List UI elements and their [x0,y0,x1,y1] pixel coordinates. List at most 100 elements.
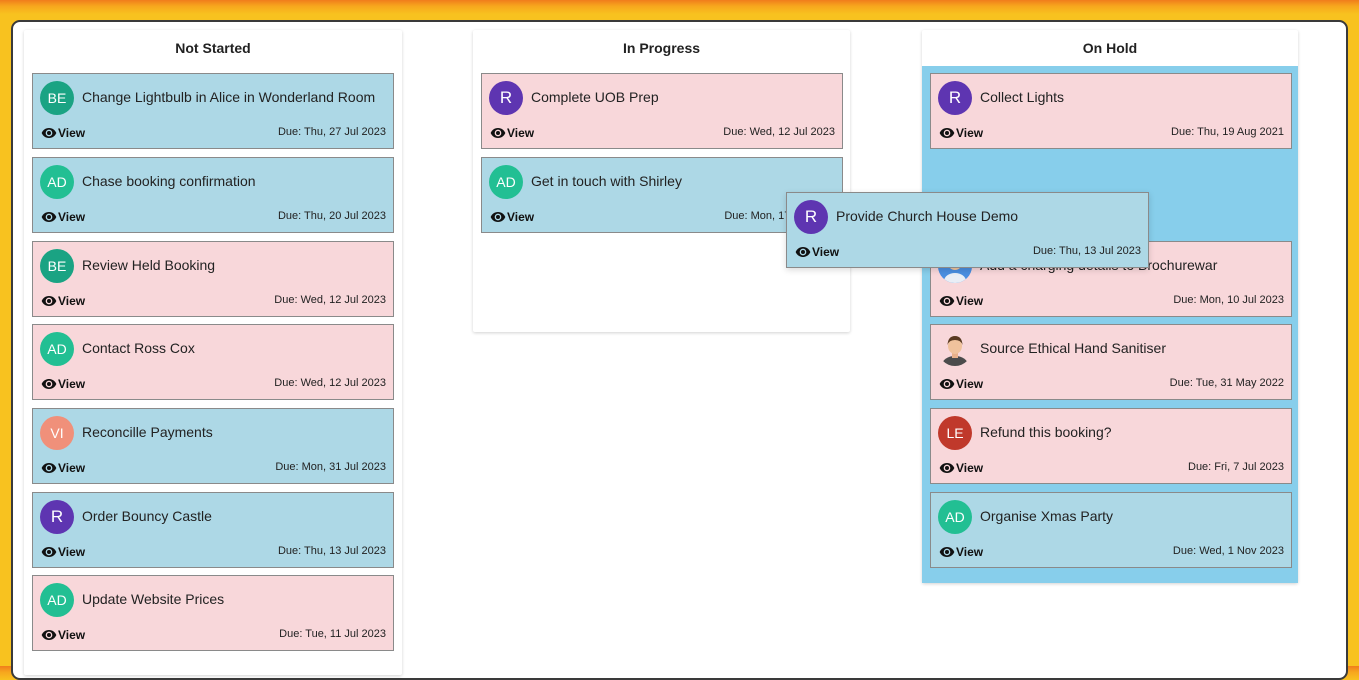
due-date: Due: Thu, 13 Jul 2023 [277,545,386,557]
due-date: Due: Thu, 13 Jul 2023 [1032,245,1141,257]
avatar: AD [40,583,74,617]
view-label: View [956,294,984,308]
view-label: View [956,126,984,140]
due-date: Due: Thu, 20 Jul 2023 [277,210,386,222]
view-link[interactable]: View [795,244,839,260]
dragging-task-card[interactable]: R Provide Church House Demo View Due: Th… [786,192,1149,268]
column-in-progress: In Progress R Complete UOB Prep View Due… [473,30,850,332]
due-date: Due: Fri, 7 Jul 2023 [1188,461,1284,473]
avatar: AD [40,165,74,199]
due-date: Due: Wed, 1 Nov 2023 [1172,545,1284,557]
avatar: BE [40,81,74,115]
column-dropzone[interactable]: BE Change Lightbulb in Alice in Wonderla… [24,66,402,675]
view-label: View [58,628,86,642]
avatar: LE [938,416,972,450]
view-label: View [58,461,86,475]
view-label: View [58,294,86,308]
due-date: Due: Mon, 31 Jul 2023 [275,461,386,473]
card-title: Collect Lights [980,89,1065,105]
card-title: Reconcille Payments [82,424,213,440]
view-link[interactable]: View [939,460,983,476]
view-link[interactable]: View [939,293,983,309]
task-card[interactable]: VI Reconcille Payments View Due: Mon, 31… [32,408,394,484]
avatar-photo [938,332,972,366]
avatar: AD [40,332,74,366]
task-card[interactable]: BE Change Lightbulb in Alice in Wonderla… [32,73,394,149]
view-link[interactable]: View [41,376,85,392]
eye-icon [41,460,57,476]
column-title: Not Started [175,40,251,56]
view-link[interactable]: View [939,376,983,392]
avatar: AD [938,500,972,534]
task-card[interactable]: BE Review Held Booking View Due: Wed, 12… [32,241,394,317]
view-link[interactable]: View [41,293,85,309]
card-title: Review Held Booking [82,257,216,273]
due-date: Due: Wed, 12 Jul 2023 [274,294,386,306]
eye-icon [939,544,955,560]
eye-icon [490,125,506,141]
avatar: R [489,81,523,115]
eye-icon [41,627,57,643]
view-link[interactable]: View [41,544,85,560]
eye-icon [41,376,57,392]
due-date: Due: Mon, 10 Jul 2023 [1173,294,1284,306]
due-date: Due: Wed, 12 Jul 2023 [274,377,386,389]
view-link[interactable]: View [41,209,85,225]
card-title: Complete UOB Prep [531,89,659,105]
avatar: R [938,81,972,115]
task-card[interactable]: AD Contact Ross Cox View Due: Wed, 12 Ju… [32,324,394,400]
view-link[interactable]: View [490,125,534,141]
view-link[interactable]: View [939,125,983,141]
view-label: View [507,126,535,140]
eye-icon [41,125,57,141]
task-card[interactable]: AD Chase booking confirmation View Due: … [32,157,394,233]
eye-icon [41,209,57,225]
card-title: Organise Xmas Party [980,508,1114,524]
card-title: Order Bouncy Castle [82,508,212,524]
card-title: Provide Church House Demo [836,208,1019,224]
user-photo-icon [942,336,968,366]
due-date: Due: Thu, 27 Jul 2023 [277,126,386,138]
view-label: View [58,377,86,391]
task-card[interactable]: AD Update Website Prices View Due: Tue, … [32,575,394,651]
task-card[interactable]: Source Ethical Hand Sanitiser View Due: … [930,324,1292,400]
view-link[interactable]: View [41,627,85,643]
view-label: View [812,245,840,259]
avatar: R [794,200,828,234]
card-title: Change Lightbulb in Alice in Wonderland … [82,89,376,105]
card-title: Update Website Prices [82,591,225,607]
task-card[interactable]: AD Organise Xmas Party View Due: Wed, 1 … [930,492,1292,568]
avatar: VI [40,416,74,450]
column-dropzone-active[interactable]: R Collect Lights View Due: Thu, 19 Aug 2… [922,66,1298,583]
due-date: Due: Thu, 19 Aug 2021 [1171,126,1284,138]
eye-icon [939,293,955,309]
due-date: Due: Tue, 11 Jul 2023 [279,628,386,640]
card-title: Contact Ross Cox [82,340,195,356]
view-link[interactable]: View [490,209,534,225]
task-card[interactable]: R Order Bouncy Castle View Due: Thu, 13 … [32,492,394,568]
card-title: Get in touch with Shirley [531,173,682,189]
due-date: Due: Tue, 31 May 2022 [1169,377,1284,389]
view-label: View [956,461,984,475]
column-on-hold: On Hold R Collect Lights View Due: Thu, … [922,30,1298,583]
view-label: View [507,210,535,224]
view-link[interactable]: View [41,125,85,141]
task-card[interactable]: R Complete UOB Prep View Due: Wed, 12 Ju… [481,73,843,149]
column-title: In Progress [622,40,701,56]
due-date: Due: Wed, 12 Jul 2023 [723,126,835,138]
task-card[interactable]: LE Refund this booking? View Due: Fri, 7… [930,408,1292,484]
card-title: Refund this booking? [980,424,1112,440]
task-card[interactable]: R Collect Lights View Due: Thu, 19 Aug 2… [930,73,1292,149]
view-label: View [956,545,984,559]
view-label: View [58,210,86,224]
view-label: View [58,545,86,559]
eye-icon [41,544,57,560]
view-label: View [956,377,984,391]
view-link[interactable]: View [939,544,983,560]
card-title: Source Ethical Hand Sanitiser [980,340,1166,356]
eye-icon [939,376,955,392]
eye-icon [41,293,57,309]
view-label: View [58,126,86,140]
card-title: Chase booking confirmation [82,173,256,189]
view-link[interactable]: View [41,460,85,476]
